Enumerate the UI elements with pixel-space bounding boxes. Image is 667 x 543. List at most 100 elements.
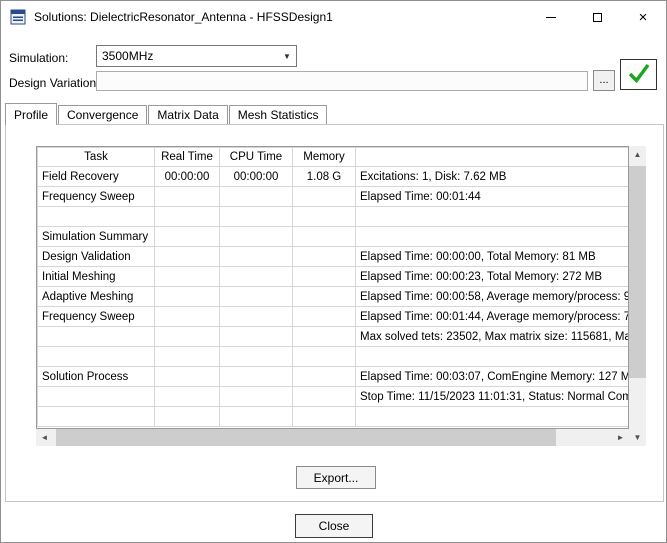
close-icon: × [639,10,648,25]
tab-strip: Profile Convergence Matrix Data Mesh Sta… [5,103,328,124]
scroll-right-icon[interactable]: ► [612,429,629,446]
table-cell [356,347,630,367]
table-cell [220,227,293,247]
table-cell [38,347,155,367]
title-bar[interactable]: Solutions: DielectricResonator_Antenna -… [1,1,666,33]
table-row[interactable]: Adaptive Meshing Elapsed Time: 00:00:58, … [38,287,630,307]
table-cell [356,407,630,427]
solutions-dialog: Solutions: DielectricResonator_Antenna -… [0,0,667,543]
table-cell [293,207,356,227]
simulation-label: Simulation: [9,51,68,65]
table-cell [38,387,155,407]
table-cell: Excitations: 1, Disk: 7.62 MB [356,167,630,187]
close-button[interactable]: × [620,1,666,33]
profile-table: TaskReal TimeCPU TimeMemory Field Recove… [36,146,629,429]
table-cell: Frequency Sweep [38,307,155,327]
column-header [356,148,630,167]
horizontal-scrollbar-thumb[interactable] [56,429,556,446]
table-cell [220,387,293,407]
table-row[interactable]: Stop Time: 11/15/2023 11:01:31, Status: … [38,387,630,407]
browse-button[interactable]: ... [593,70,615,91]
table-cell [220,207,293,227]
table-row[interactable]: Solution Process Elapsed Time: 00:03:07, … [38,367,630,387]
design-variation-input[interactable] [96,71,588,91]
table-cell [155,407,220,427]
apply-check-button[interactable] [620,59,657,90]
column-header: Task [38,148,155,167]
vertical-scrollbar[interactable]: ▲ ▼ [629,146,646,446]
table-cell: Max solved tets: 23502, Max matrix size:… [356,327,630,347]
scroll-down-icon[interactable]: ▼ [629,429,646,446]
table-cell: Field Recovery [38,167,155,187]
table-cell: Simulation Summary [38,227,155,247]
table-row[interactable]: Frequency SweepElapsed Time: 00:01:44, A… [38,307,630,327]
table-cell [38,327,155,347]
table-cell [38,207,155,227]
table-cell [155,207,220,227]
table-cell [293,287,356,307]
table-cell [155,327,220,347]
table-cell [155,267,220,287]
table-row[interactable]: Frequency SweepElapsed Time: 00:01:44 [38,187,630,207]
check-icon [627,62,651,87]
table-cell: Elapsed Time: 00:00:58, Average memory/p… [356,287,630,307]
table-row[interactable]: Design Validation Elapsed Time: 00:00:00,… [38,247,630,267]
table-row[interactable] [38,407,630,427]
table-cell [220,267,293,287]
column-header: Real Time [155,148,220,167]
table-cell [293,187,356,207]
tab-profile[interactable]: Profile [5,103,57,125]
table-row[interactable]: Max solved tets: 23502, Max matrix size:… [38,327,630,347]
table-cell: Adaptive Meshing [38,287,155,307]
profile-table-body: Field Recovery00:00:0000:00:001.08 GExci… [38,167,630,427]
scroll-left-icon[interactable]: ◄ [36,429,53,446]
column-header: Memory [293,148,356,167]
scroll-up-icon[interactable]: ▲ [629,146,646,163]
window-title: Solutions: DielectricResonator_Antenna -… [34,10,333,24]
maximize-icon [593,13,602,22]
table-cell: Elapsed Time: 00:01:44 [356,187,630,207]
close-dialog-button[interactable]: Close [295,514,373,538]
tab-convergence[interactable]: Convergence [58,105,147,124]
simulation-dropdown[interactable]: 3500MHz ▼ [96,45,297,67]
table-cell [220,287,293,307]
horizontal-scrollbar[interactable]: ◄ ► [36,429,629,446]
table-cell [155,307,220,327]
app-icon [10,9,26,25]
table-row[interactable]: Simulation Summary [38,227,630,247]
table-cell: Elapsed Time: 00:03:07, ComEngine Memory… [356,367,630,387]
minimize-button[interactable] [528,1,574,33]
table-cell [293,387,356,407]
window-controls: × [528,1,666,33]
table-cell: Stop Time: 11/15/2023 11:01:31, Status: … [356,387,630,407]
table-cell [155,347,220,367]
vertical-scrollbar-thumb[interactable] [629,166,646,378]
table-cell: 00:00:00 [220,167,293,187]
table-cell: Elapsed Time: 00:00:00, Total Memory: 81… [356,247,630,267]
table-cell [155,387,220,407]
tab-mesh-statistics[interactable]: Mesh Statistics [229,105,328,124]
table-cell [293,327,356,347]
table-cell [38,407,155,427]
table-cell [293,267,356,287]
table-cell: Design Validation [38,247,155,267]
table-row[interactable] [38,347,630,367]
table-cell [356,207,630,227]
table-cell [220,187,293,207]
maximize-button[interactable] [574,1,620,33]
table-cell: Elapsed Time: 00:00:23, Total Memory: 27… [356,267,630,287]
table-cell: Solution Process [38,367,155,387]
table-cell [155,227,220,247]
table-cell [155,367,220,387]
table-row[interactable]: Field Recovery00:00:0000:00:001.08 GExci… [38,167,630,187]
table-cell [155,287,220,307]
table-cell [220,307,293,327]
export-button[interactable]: Export... [296,466,376,489]
table-cell [220,247,293,267]
tab-matrix-data[interactable]: Matrix Data [148,105,227,124]
table-cell [293,307,356,327]
table-row[interactable] [38,207,630,227]
table-cell [293,407,356,427]
table-cell: Initial Meshing [38,267,155,287]
table-row[interactable]: Initial Meshing Elapsed Time: 00:00:23, T… [38,267,630,287]
